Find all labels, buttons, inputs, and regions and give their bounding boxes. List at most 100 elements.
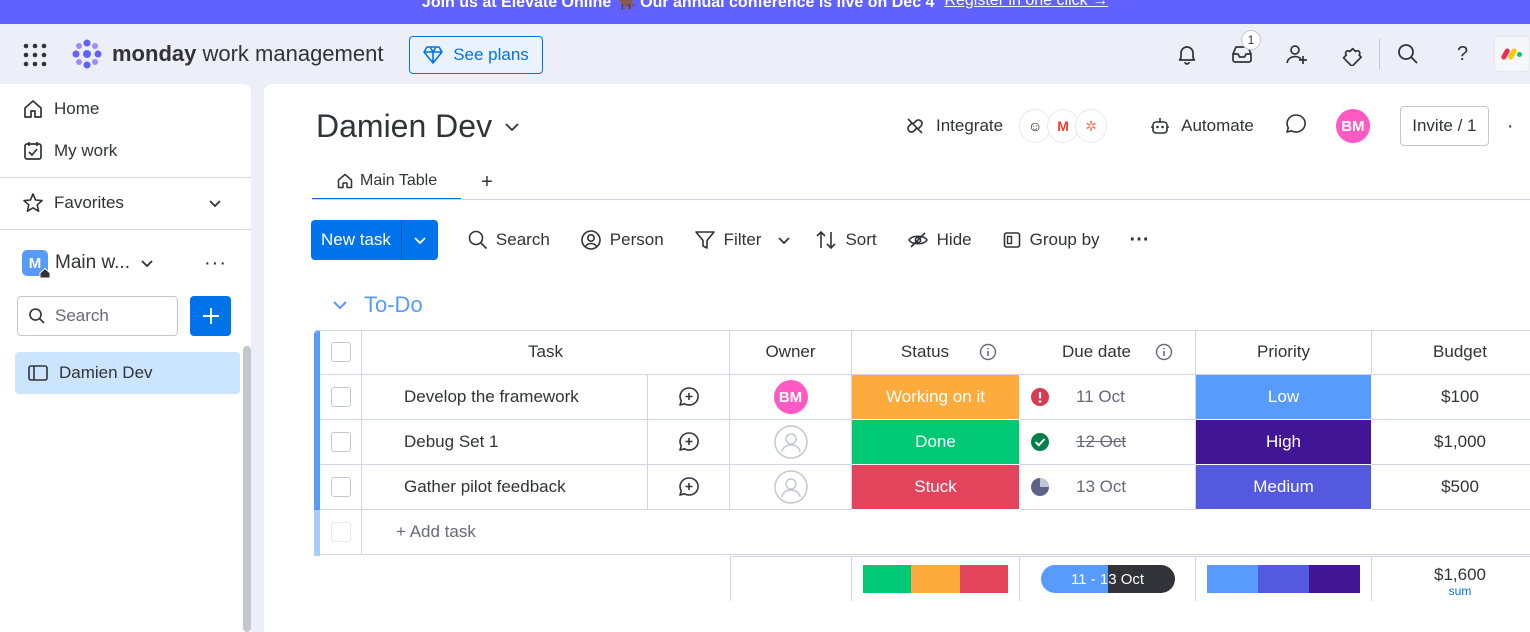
tab-main-table[interactable]: Main Table [312,164,462,200]
due-range-label: 11 - 13 Oct [1070,570,1145,588]
priority-cell[interactable]: Medium [1196,465,1372,510]
filter-button[interactable]: Filter [694,229,792,251]
distribution-segment [1257,565,1310,593]
task-name-cell[interactable]: Develop the framework [362,375,648,420]
invite-person-icon [1285,45,1307,64]
workspace-more-icon[interactable]: ··· [204,252,227,275]
sidebar-item-my-work[interactable]: My work [22,140,117,162]
avatar[interactable]: BM [773,380,808,414]
notifications-button[interactable] [1159,34,1214,74]
chevron-down-icon [505,122,519,131]
see-plans-label: See plans [453,45,529,64]
person-placeholder-icon[interactable] [773,470,808,504]
column-header-due-date[interactable]: Due date [1020,330,1196,375]
person-placeholder-icon[interactable] [773,425,808,459]
sidebar-scrollbar[interactable] [243,346,251,632]
due-date-cell[interactable]: 12 Oct [1020,420,1196,465]
column-header-owner[interactable]: Owner [730,330,852,375]
home-icon [337,173,353,189]
owner-cell[interactable] [730,465,852,510]
sidebar-item-home[interactable]: Home [22,98,99,120]
column-header-task[interactable]: Task [362,330,730,375]
add-update-cell[interactable] [648,375,730,420]
invite-members-button[interactable] [1269,34,1324,74]
column-header-priority[interactable]: Priority [1196,330,1372,375]
toolbar-label: Hide [936,230,972,249]
table-row[interactable]: Gather pilot feedback Stuck 13 Oct Medium $5… [314,465,1530,510]
priority-summary[interactable] [1196,557,1372,601]
add-update-cell[interactable] [648,465,730,510]
owner-cell[interactable] [730,420,852,465]
due-date-summary[interactable]: 11 - 13 Oct [1020,557,1196,601]
see-plans-button[interactable]: See plans [409,36,543,74]
integrate-button[interactable]: Integrate ☺ M ✲ [904,109,1108,143]
avatar[interactable]: BM [1335,109,1370,143]
column-header-budget[interactable]: Budget [1372,330,1530,375]
updates-button[interactable] [1284,112,1308,141]
budget-cell[interactable]: $1,000 [1372,420,1530,465]
apps-button[interactable] [1324,34,1379,74]
add-update-cell[interactable] [648,420,730,465]
integration-logos: ☺ M ✲ [1019,109,1108,143]
board-title: Damien Dev [316,108,493,144]
group-header[interactable]: To-Do [332,292,423,318]
workspace-switcher[interactable]: M Main w... ··· [22,250,227,279]
task-name-cell[interactable]: Debug Set 1 [362,420,648,465]
due-range-pill: 11 - 13 Oct [1040,565,1175,593]
budget-cell[interactable]: $100 [1372,375,1530,420]
sidebar-item-board[interactable]: Damien Dev [15,352,240,394]
invite-button[interactable]: Invite / 1 [1399,106,1489,146]
chevron-down-icon [141,260,153,268]
sidebar-favorites[interactable]: Favorites [22,192,222,214]
search-button[interactable] [1380,34,1435,74]
search-button[interactable]: Search [468,230,550,250]
add-item-button[interactable] [190,296,231,336]
sort-button[interactable]: Sort [815,229,877,251]
table-row[interactable]: Debug Set 1 Done 12 Oct High $1,000 [314,420,1530,465]
inbox-button[interactable]: 1 [1214,30,1269,74]
board-title-button[interactable]: Damien Dev [316,108,520,145]
add-task-input[interactable]: + Add task [362,510,1530,555]
task-name-cell[interactable]: Gather pilot feedback [362,465,648,510]
plus-icon [202,308,219,324]
top-bar: monday work management See plans 1 ? [0,24,1530,84]
row-checkbox[interactable] [330,477,351,497]
owner-cell[interactable]: BM [730,375,852,420]
hubspot-icon: ✲ [1075,109,1108,143]
row-checkbox[interactable] [330,432,351,452]
more-options-icon[interactable]: · [1507,115,1514,138]
group-by-button[interactable]: Group by [1002,230,1100,250]
new-task-dropdown[interactable] [402,233,438,247]
due-date-cell[interactable]: 11 Oct [1020,375,1196,420]
status-cell[interactable]: Working on it [852,375,1020,420]
status-cell[interactable]: Stuck [852,465,1020,510]
new-task-button-group: New task [311,220,438,260]
new-task-button[interactable]: New task [311,220,402,260]
toolbar-more-button[interactable]: ··· [1130,229,1150,252]
priority-cell[interactable]: Low [1196,375,1372,420]
hide-button[interactable]: Hide [907,229,972,251]
priority-cell[interactable]: High [1196,420,1372,465]
summary-row: 11 - 13 Oct $1,600 sum [730,556,1530,601]
table-row[interactable]: Develop the framework BM Working on it 11 O… [314,375,1530,420]
column-header-status[interactable]: Status [852,330,1020,375]
row-checkbox[interactable] [330,387,351,407]
help-button[interactable]: ? [1435,34,1490,74]
budget-cell[interactable]: $500 [1372,465,1530,510]
banner-register-link[interactable]: Register in one click → [944,0,1108,12]
person-filter-button[interactable]: Person [580,229,664,251]
sidebar-search-input[interactable]: Search [17,296,178,336]
status-summary[interactable] [852,557,1020,601]
info-icon[interactable] [979,343,997,361]
app-switcher-icon[interactable] [22,42,48,68]
info-icon[interactable] [1155,343,1173,361]
due-date-cell[interactable]: 13 Oct [1020,465,1196,510]
add-view-button[interactable]: + [481,171,493,194]
product-logo[interactable]: monday work management [70,37,383,71]
account-button[interactable] [1490,34,1530,74]
status-cell[interactable]: Done [852,420,1020,465]
chevron-down-icon[interactable] [777,233,791,247]
select-all-checkbox[interactable] [330,342,351,362]
budget-summary[interactable]: $1,600 sum [1372,557,1530,601]
automate-button[interactable]: Automate [1149,115,1254,137]
